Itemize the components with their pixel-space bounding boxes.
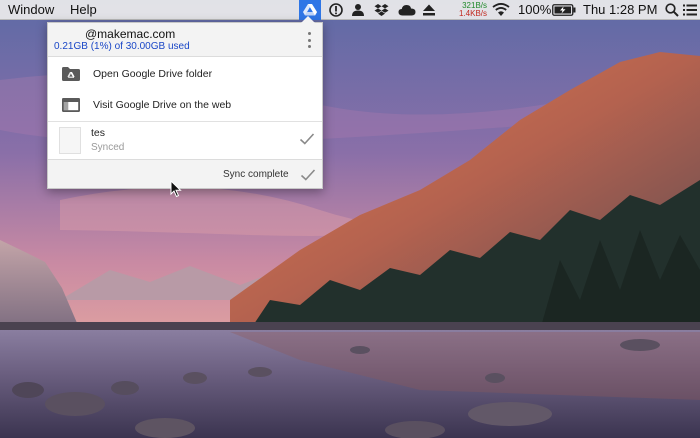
file-name: tes <box>91 127 106 139</box>
battery-percent[interactable]: 100% <box>518 2 551 18</box>
checkmark-icon <box>299 132 315 146</box>
sync-status-footer: Sync complete <box>48 159 322 188</box>
visit-drive-web-label: Visit Google Drive on the web <box>93 99 232 111</box>
cloud-icon[interactable] <box>397 0 417 20</box>
storage-usage[interactable]: 0.21GB (1%) of 30.00GB used <box>54 41 190 53</box>
sync-complete-label: Sync complete <box>223 169 289 180</box>
spotlight-search-icon[interactable] <box>664 0 680 20</box>
menu-bar: Window Help 321B/s 1.4KB/s 100% Thu 1:28… <box>0 0 700 20</box>
visit-drive-web-button[interactable]: Visit Google Drive on the web <box>48 90 322 120</box>
recent-file-row[interactable]: tes Synced <box>48 122 322 158</box>
open-drive-folder-label: Open Google Drive folder <box>93 68 213 80</box>
google-drive-popover: @makemac.com 0.21GB (1%) of 30.00GB used… <box>47 16 323 189</box>
web-window-icon <box>62 98 80 112</box>
popover-arrow <box>301 16 315 23</box>
download-speed: 1.4KB/s <box>458 9 487 18</box>
open-drive-folder-button[interactable]: Open Google Drive folder <box>48 59 322 89</box>
info-icon[interactable] <box>328 0 344 20</box>
account-header: @makemac.com 0.21GB (1%) of 30.00GB used <box>48 23 322 57</box>
battery-icon[interactable] <box>552 0 576 20</box>
file-sync-status: Synced <box>91 142 125 153</box>
user-icon[interactable] <box>350 0 366 20</box>
menu-help[interactable]: Help <box>70 2 97 18</box>
eject-icon[interactable] <box>421 0 437 20</box>
checkmark-icon <box>300 168 316 182</box>
file-thumbnail <box>59 127 81 154</box>
drive-folder-icon <box>62 67 80 81</box>
wifi-icon[interactable] <box>491 0 511 20</box>
menubar-clock[interactable]: Thu 1:28 PM <box>583 2 657 18</box>
account-email: @makemac.com <box>85 27 176 41</box>
dropbox-icon[interactable] <box>373 0 389 20</box>
more-options-icon[interactable] <box>304 30 314 50</box>
menu-window[interactable]: Window <box>8 2 54 18</box>
mouse-pointer-icon <box>170 179 182 198</box>
notification-list-icon[interactable] <box>683 0 697 20</box>
network-speed[interactable]: 321B/s 1.4KB/s <box>449 0 487 20</box>
